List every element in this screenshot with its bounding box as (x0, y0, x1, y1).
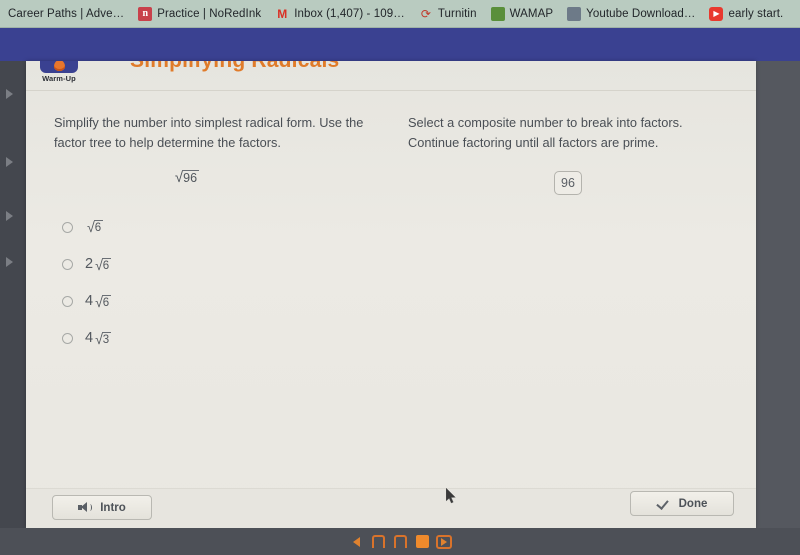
question-prompt: Simplify the number into simplest radica… (54, 115, 364, 150)
lesson-body: Simplify the number into simplest radica… (26, 91, 756, 488)
factor-tree-pane: Select a composite number to break into … (400, 91, 756, 488)
app-header-band (0, 28, 800, 61)
bookmark-noredink[interactable]: n Practice | NoRedInk (138, 6, 262, 21)
noredink-icon: n (138, 6, 153, 21)
radio-button[interactable] (62, 332, 73, 344)
question-pane: Simplify the number into simplest radica… (26, 91, 400, 488)
answer-option-1[interactable]: √ 6 (54, 209, 380, 246)
coefficient: 4 (85, 330, 94, 347)
coefficient: 4 (85, 293, 94, 310)
media-control-bar (0, 528, 800, 555)
radio-button[interactable] (62, 295, 73, 307)
rail-marker-icon (6, 211, 13, 221)
lesson-header: Warm-Up Simplifying Radicals (26, 61, 756, 91)
page-title: Simplifying Radicals (130, 61, 339, 73)
answer-option-2[interactable]: 2 √ 6 (54, 246, 380, 283)
lesson-card-surface: Warm-Up Simplifying Radicals Simplify th… (26, 61, 756, 528)
previous-button[interactable] (348, 534, 365, 549)
radicand-value: 3 (101, 332, 112, 347)
radicand-value: 96 (182, 169, 200, 185)
left-rail (0, 61, 26, 555)
answer-expression: √ 6 (85, 220, 104, 235)
lesson-toolbar: Intro Done (26, 488, 756, 528)
coefficient: 2 (85, 256, 94, 273)
bracket-one-button[interactable] (370, 534, 387, 549)
browser-bookmarks-bar: Career Paths | Adve… n Practice | NoRedI… (0, 0, 800, 28)
stop-square-icon (415, 535, 429, 548)
radio-button[interactable] (62, 258, 73, 270)
answer-option-3[interactable]: 4 √ 6 (54, 283, 380, 320)
radicand-value: 6 (101, 258, 112, 273)
bookmark-label: early start. (728, 7, 784, 20)
youtube-downloader-icon (567, 6, 582, 21)
intro-button-label: Intro (100, 501, 126, 514)
bookmark-label: Practice | NoRedInk (157, 7, 262, 20)
rail-marker-icon (6, 257, 13, 267)
bracket-icon (393, 535, 407, 548)
bookmark-career-paths[interactable]: Career Paths | Adve… (8, 8, 124, 20)
screen: Career Paths | Adve… n Practice | NoRedI… (0, 0, 800, 555)
answer-expression: 4 √ 6 (85, 293, 112, 310)
bookmark-label: Turnitin (437, 7, 477, 20)
answer-expression: 2 √ 6 (85, 256, 112, 273)
factor-tree-instructions: Select a composite number to break into … (408, 115, 683, 150)
checkmark-icon (657, 498, 671, 509)
bookmark-inbox[interactable]: M Inbox (1,407) - 109… (275, 7, 405, 21)
warmup-label: Warm-Up (42, 74, 76, 83)
answer-option-4[interactable]: 4 √ 3 (54, 320, 380, 357)
bookmark-wamap[interactable]: WAMAP (490, 6, 554, 21)
bookmark-label: Inbox (1,407) - 109… (294, 7, 405, 20)
rail-marker-icon (6, 89, 13, 99)
back-arrow-icon (352, 536, 360, 547)
factor-tree: 96 (408, 170, 736, 195)
youtube-icon: ▶ (709, 6, 724, 21)
bookmark-early-start[interactable]: ▶ early start. (709, 6, 784, 21)
bookmark-turnitin[interactable]: ⟳ Turnitin (419, 7, 477, 21)
lesson-card: Warm-Up Simplifying Radicals Simplify th… (26, 61, 756, 528)
radio-button[interactable] (62, 221, 73, 233)
bookmark-label: WAMAP (509, 7, 554, 20)
radicand-value: 6 (101, 295, 112, 310)
done-button[interactable]: Done (630, 491, 734, 516)
stop-button[interactable] (414, 534, 431, 549)
bookmark-label: Career Paths | Adve… (8, 7, 125, 20)
turnitin-icon: ⟳ (420, 6, 431, 21)
wamap-icon (490, 6, 505, 21)
bookmark-label: Youtube Download… (586, 7, 696, 20)
intro-button[interactable]: Intro (52, 495, 152, 520)
done-button-label: Done (678, 497, 708, 510)
answer-options: √ 6 2 √ 6 4 √ 6 4 √ 3 (54, 209, 380, 357)
gmail-icon: M (277, 6, 288, 21)
warmup-badge (40, 61, 78, 73)
bookmark-youtube-downloader[interactable]: Youtube Download… (567, 6, 696, 21)
bracket-two-button[interactable] (392, 534, 409, 549)
flame-icon (53, 61, 65, 71)
bracket-icon (371, 535, 385, 548)
speaker-icon (78, 502, 93, 513)
factor-tree-root-node[interactable]: 96 (554, 170, 582, 195)
rail-marker-icon (6, 157, 13, 167)
answer-expression: 4 √ 3 (85, 330, 112, 347)
warmup-badge-group[interactable]: Warm-Up (40, 61, 78, 83)
play-arrow-icon (436, 534, 452, 549)
radical-expression: √ 96 (175, 169, 200, 185)
radicand-value: 6 (93, 220, 104, 235)
play-button[interactable] (436, 534, 453, 549)
question-expression: √ 96 (54, 169, 380, 187)
